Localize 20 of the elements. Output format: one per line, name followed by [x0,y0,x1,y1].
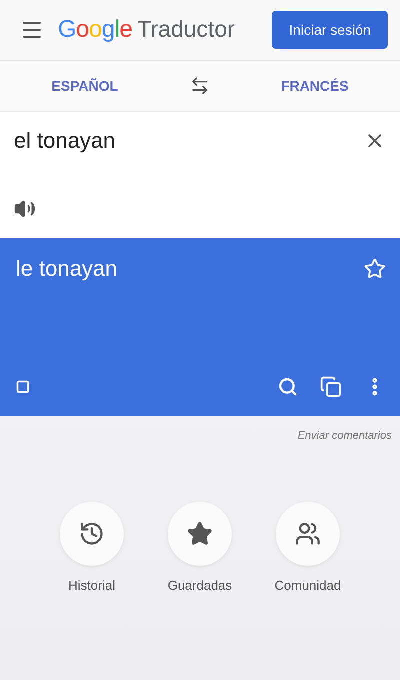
search-icon[interactable] [278,377,298,397]
speaker-icon[interactable] [14,198,36,220]
product-name: Traductor [137,16,236,43]
star-icon[interactable] [364,258,386,280]
source-language[interactable]: ESPAÑOL [20,77,150,95]
swap-icon[interactable] [190,76,210,96]
shortcut-label: Guardadas [168,578,232,593]
sign-in-button[interactable]: Iniciar sesión [272,11,388,49]
shortcut-button[interactable]: Historial [58,502,126,593]
logo: Google [58,16,132,44]
shortcut-label: Historial [68,578,116,593]
target-language[interactable]: FRANCÉS [250,77,380,95]
feedback-link[interactable]: Enviar comentarios [298,430,392,442]
copy-icon[interactable] [320,376,342,398]
square-icon[interactable] [16,380,30,394]
shortcut-button[interactable]: Guardadas [166,502,234,593]
shortcut-label: Comunidad [274,578,342,593]
translation-text: le tonayan [16,256,118,282]
shortcut-button[interactable]: Comunidad [274,502,342,593]
input-field[interactable]: el tonayan [14,128,314,154]
